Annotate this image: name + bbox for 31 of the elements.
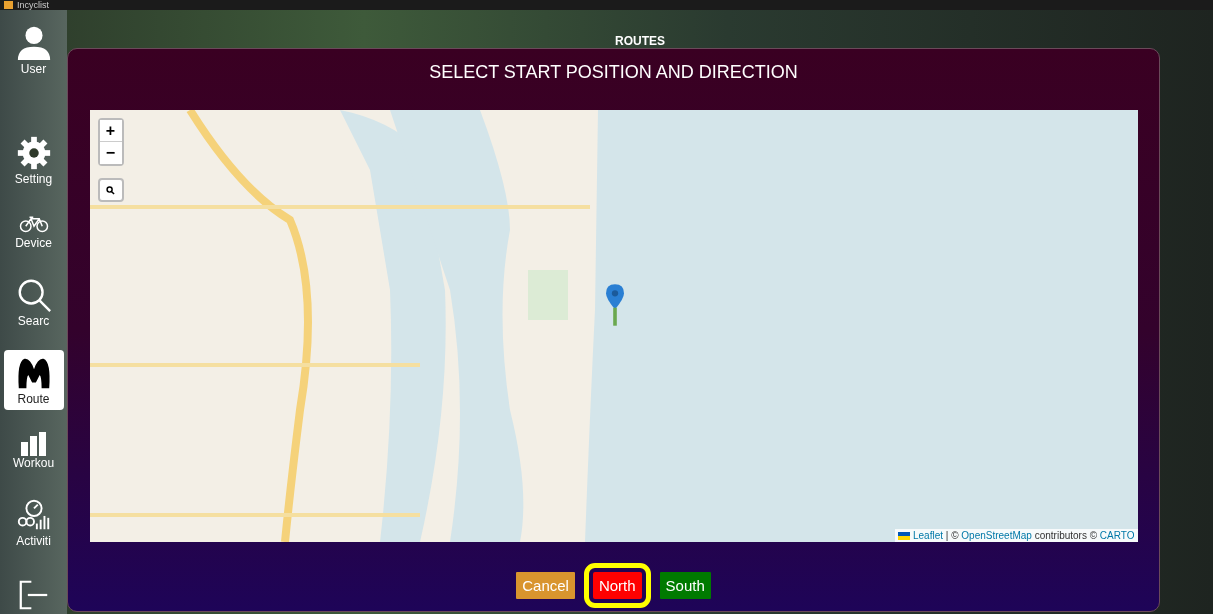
attribution-text: | © [944, 530, 960, 541]
sidebar-item[interactable]: Device [3, 208, 64, 254]
attribution-link[interactable]: CARTO [1099, 530, 1135, 541]
exit-icon[interactable] [18, 580, 49, 610]
attribution-text: contributors © [1033, 530, 1099, 541]
page-title: ROUTES [614, 34, 666, 48]
zoom-in-button[interactable]: + [99, 120, 122, 142]
map-view[interactable]: + − Leaflet | © OpenStreetMap contributors © CARTO [89, 110, 1138, 542]
sidebar-item[interactable]: Activiti [3, 492, 64, 552]
app-logo-icon [4, 1, 13, 9]
search-button[interactable] [97, 178, 124, 202]
search-icon [106, 185, 115, 195]
sidebar-label: Setting [14, 172, 53, 186]
sidebar-item[interactable]: Searc [3, 272, 64, 332]
window-title: Incyclist [17, 0, 49, 10]
attribution-link[interactable]: Leaflet [912, 530, 943, 541]
flag-icon [897, 531, 910, 540]
attribution-link[interactable]: OpenStreetMap [961, 530, 1032, 541]
sidebar-item[interactable]: Route [3, 350, 64, 410]
sidebar-label: Activiti [16, 534, 51, 548]
sidebar-item[interactable]: Setting [3, 130, 64, 190]
dialog-title: SELECT START POSITION AND DIRECTION [429, 62, 798, 84]
sidebar-label: Workou [12, 456, 55, 470]
sidebar-label: User [20, 62, 47, 76]
sidebar-label: Route [17, 392, 50, 406]
sidebar-item[interactable]: User [3, 20, 64, 80]
bar-chart-icon [18, 432, 49, 456]
sidebar-label: Device [15, 236, 52, 250]
map-pin-icon[interactable] [605, 282, 624, 328]
sidebar-label: Searc [17, 314, 50, 328]
sidebar-item[interactable]: Workou [3, 428, 64, 474]
